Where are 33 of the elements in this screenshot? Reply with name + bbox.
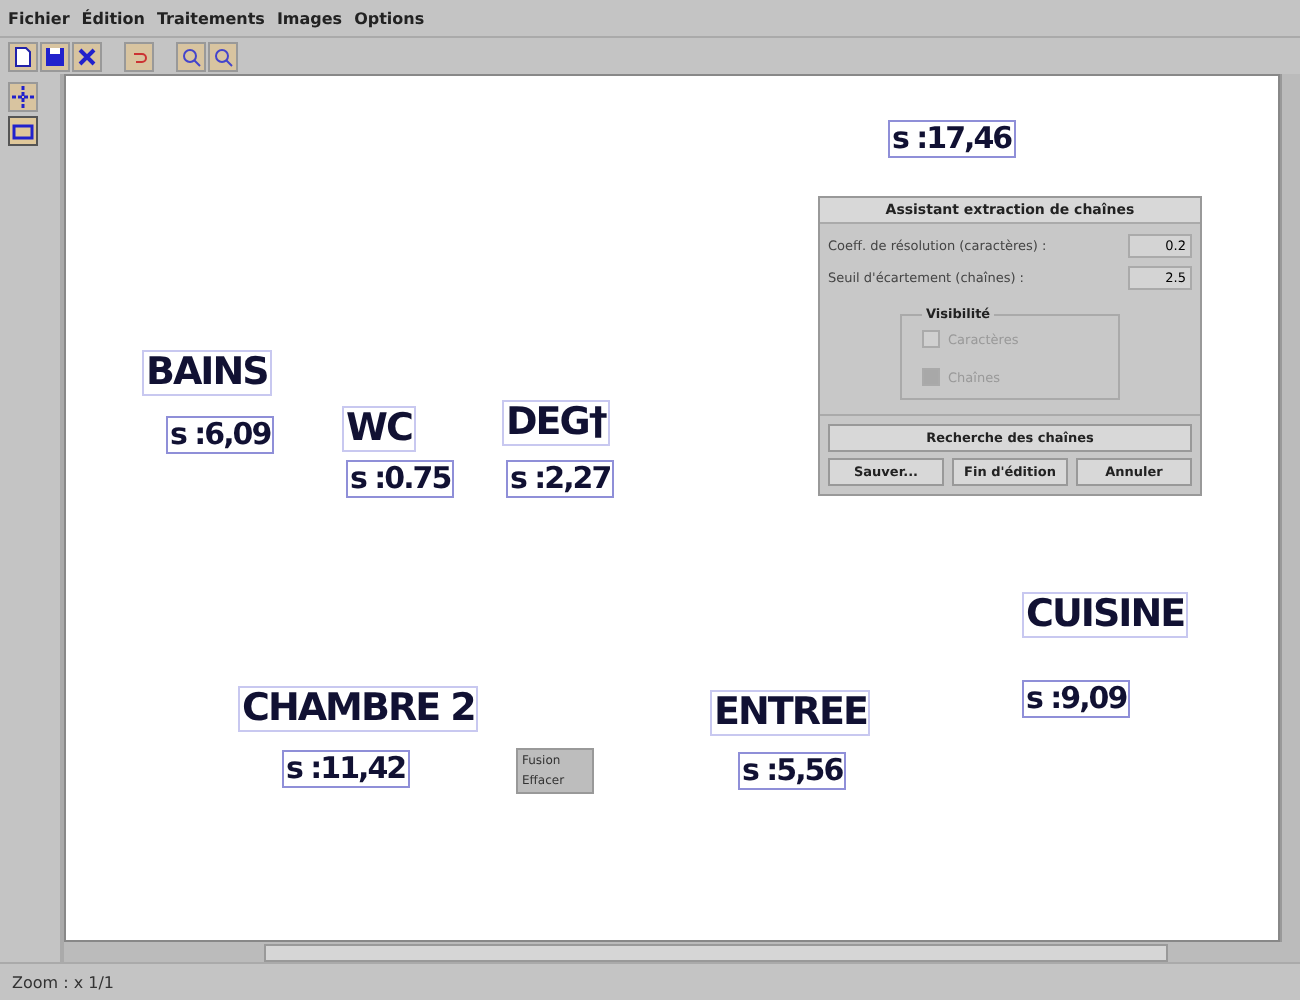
toolbar-button[interactable] <box>40 41 70 71</box>
horizontal-scrollbar[interactable] <box>64 942 1300 962</box>
toolbar-button[interactable] <box>72 41 102 71</box>
toolbar-button[interactable] <box>8 41 38 71</box>
menu-item[interactable]: Traitements <box>156 9 265 27</box>
room-label: CUISINE <box>1022 592 1189 638</box>
room-label: DEG† <box>502 400 610 446</box>
vertical-scrollbar[interactable] <box>1280 74 1300 942</box>
menu-item[interactable]: Fichier <box>8 9 70 27</box>
area-label: s :17,46 <box>888 120 1016 157</box>
menu-item[interactable]: Options <box>354 9 425 27</box>
menu-item[interactable]: Édition <box>81 9 145 27</box>
area-label: s :0.75 <box>346 460 455 497</box>
area-label: s :11,42 <box>282 750 410 787</box>
menu-item[interactable]: Images <box>276 9 343 27</box>
close-icon <box>76 45 98 67</box>
rectangle-icon <box>12 120 34 142</box>
room-label: CHAMBRE 2 <box>238 686 479 732</box>
room-label: ENTREE <box>710 690 871 736</box>
room-label: WC <box>342 406 416 452</box>
move-icon <box>12 86 34 108</box>
area-label: s :9,09 <box>1022 680 1131 717</box>
zoom-icon <box>180 45 202 67</box>
zoom-icon <box>212 45 234 67</box>
tool-button[interactable] <box>8 82 38 112</box>
room-label: BAINS <box>142 350 272 396</box>
area-label: s :5,56 <box>738 752 847 789</box>
document-icon <box>12 45 34 67</box>
tool-button[interactable] <box>8 116 38 146</box>
area-label: s :2,27 <box>506 460 615 497</box>
status-text: Zoom : x 1/1 <box>12 973 114 991</box>
save-icon <box>44 45 66 67</box>
area-label: s :6,09 <box>166 416 275 453</box>
